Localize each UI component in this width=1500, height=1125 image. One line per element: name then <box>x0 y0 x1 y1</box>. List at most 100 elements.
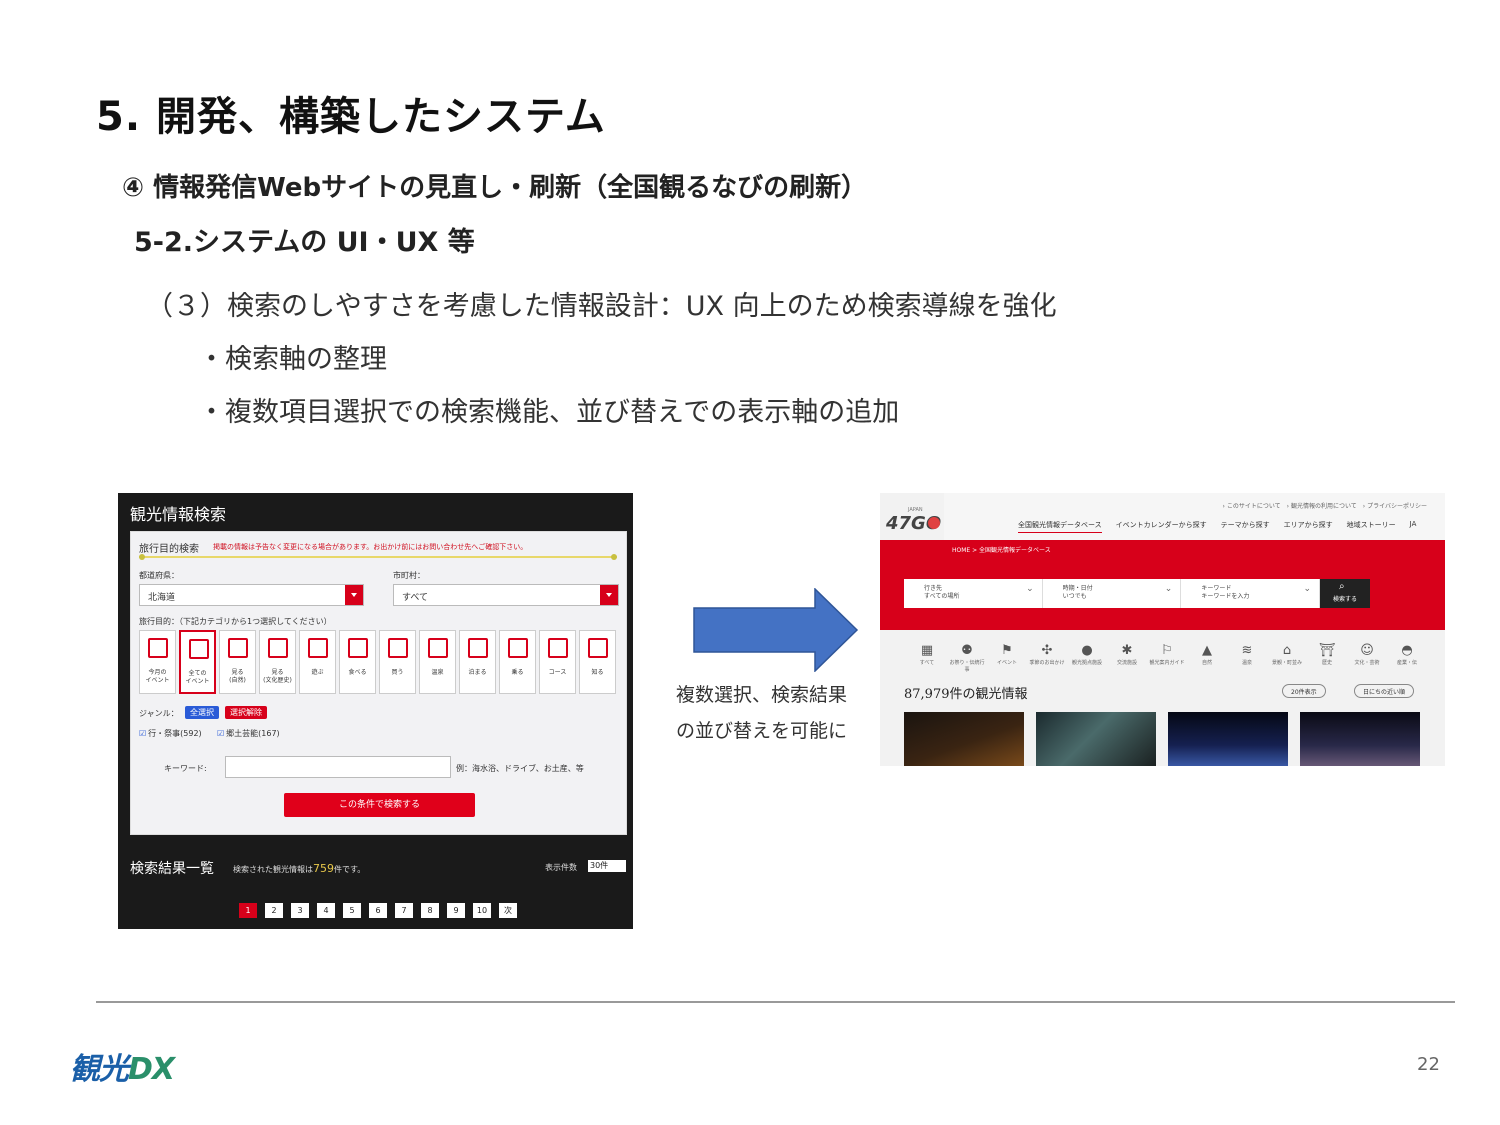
shopping-bag-icon <box>388 638 408 658</box>
arrow-note-line-1: 複数選択、検索結果 <box>676 684 848 706</box>
nav-item-area[interactable]: エリアから探す <box>1284 520 1333 533</box>
nav-item-database[interactable]: 全国観光情報データベース <box>1018 520 1102 533</box>
display-count-label: 表示件数 <box>545 863 577 872</box>
keyword-label: キーワード: <box>164 764 207 773</box>
page-link[interactable]: 8 <box>421 903 439 918</box>
category-label: 温泉 <box>431 669 444 676</box>
category-label: 知る <box>591 669 604 676</box>
city-value: すべて <box>402 593 429 603</box>
page-link[interactable]: 3 <box>291 903 309 918</box>
result-thumbnails <box>904 712 1420 766</box>
category-onsen[interactable]: ≋ 温泉 <box>1228 643 1266 673</box>
page-link[interactable]: 5 <box>343 903 361 918</box>
page-link[interactable]: 10 <box>473 903 491 918</box>
category-tile[interactable]: 見る (文化歴史) <box>259 630 296 694</box>
signpost-icon <box>548 638 568 658</box>
nav-item-story[interactable]: 地域ストーリー <box>1347 520 1396 533</box>
mask-icon: ☺ <box>1360 643 1374 658</box>
category-tile-selected[interactable]: 全ての イベント <box>179 630 216 694</box>
page-link[interactable]: 6 <box>369 903 387 918</box>
site-header: › このサイトについて › 観光情報の利用について › プライバシーポリシー 全… <box>944 493 1445 540</box>
flag-icon: ⚑ <box>1001 643 1013 658</box>
category-event[interactable]: ⚑ イベント <box>988 643 1026 673</box>
page-link[interactable]: 9 <box>447 903 465 918</box>
category-tile[interactable]: 泊まる <box>459 630 496 694</box>
temple-icon <box>268 638 288 658</box>
search-button[interactable]: 検索する <box>1320 579 1371 608</box>
shrine-icon: ⛩ <box>1318 643 1336 658</box>
onsen-icon: ≋ <box>1241 643 1253 658</box>
bowl-icon: ◓ <box>1401 643 1413 658</box>
nav-item-theme[interactable]: テーマから探す <box>1221 520 1270 533</box>
prefecture-label: 都道府県： <box>139 571 179 580</box>
city-select[interactable]: すべて <box>393 584 619 606</box>
top-links[interactable]: › このサイトについて › 観光情報の利用について › プライバシーポリシー <box>1223 501 1427 510</box>
category-tile[interactable]: 食べる <box>339 630 376 694</box>
category-all[interactable]: ▦ すべて <box>908 643 946 673</box>
category-tile[interactable]: 見る (自然) <box>219 630 256 694</box>
category-label: 見る (自然) <box>229 669 246 684</box>
category-seasonal[interactable]: ✣ 季節のお出かけ <box>1028 643 1066 673</box>
nav-item-calendar[interactable]: イベントカレンダーから探す <box>1116 520 1207 533</box>
category-tile[interactable]: 遊ぶ <box>299 630 336 694</box>
notice-text: 掲載の情報は予告なく変更になる場合があります。お出かけ前にはお問い合わせ先へご確… <box>213 543 528 551</box>
category-tile[interactable]: 温泉 <box>419 630 456 694</box>
page-link-current[interactable]: 1 <box>239 903 257 918</box>
category-townscape[interactable]: ⌂ 景観・町並み <box>1268 643 1306 673</box>
category-facility[interactable]: ● 観光拠点施設 <box>1068 643 1106 673</box>
language-switch[interactable]: JA <box>1410 520 1417 533</box>
hot-spring-icon <box>428 638 448 658</box>
category-tile[interactable]: コース <box>539 630 576 694</box>
category-label: コース <box>548 669 567 676</box>
genre-checkbox[interactable]: 行・祭事(592) <box>139 728 202 739</box>
keyword-input[interactable] <box>225 756 451 778</box>
page-link[interactable]: 4 <box>317 903 335 918</box>
thumbnail[interactable] <box>1168 712 1288 766</box>
category-label: 遊ぶ <box>311 669 324 676</box>
page-link[interactable]: 7 <box>395 903 413 918</box>
calendar-icon <box>148 638 168 658</box>
thumbnail[interactable] <box>1300 712 1420 766</box>
deselect-button[interactable]: 選択解除 <box>225 706 267 719</box>
category-culture[interactable]: ☺ 文化・芸術 <box>1348 643 1386 673</box>
category-exchange[interactable]: ✱ 交流施設 <box>1108 643 1146 673</box>
category-festival[interactable]: ⚉ お祭り・伝統行事 <box>948 643 986 673</box>
category-tile[interactable]: 乗る <box>499 630 536 694</box>
category-tile[interactable]: 買う <box>379 630 416 694</box>
info-icon: ● <box>1081 643 1093 658</box>
category-history[interactable]: ⛩ 歴史 <box>1308 643 1346 673</box>
bus-icon <box>508 638 528 658</box>
result-count: 87,979件の観光情報 <box>904 687 1028 702</box>
category-label: 今月の イベント <box>145 669 170 684</box>
breadcrumb[interactable]: HOME > 全国観光情報データベース <box>952 545 1051 554</box>
tree-icon: ▲ <box>1202 643 1212 658</box>
results-title: 検索結果一覧 <box>130 861 214 877</box>
date-field[interactable]: 時期・日付 いつでも <box>1043 579 1182 608</box>
thumbnail[interactable] <box>1036 712 1156 766</box>
point-bullet-2: ・複数項目選択での検索機能、並び替えでの表示軸の追加 <box>198 397 900 428</box>
keyword-field[interactable]: キーワード キーワードを入力 <box>1181 579 1321 608</box>
logo-mark <box>928 517 940 529</box>
category-label: 泊まる <box>468 669 487 676</box>
old-search-screenshot: 観光情報検索 旅行目的検索 掲載の情報は予告なく変更になる場合があります。お出か… <box>118 493 633 929</box>
prefecture-select[interactable]: 北海道 <box>139 584 364 606</box>
category-label: 買う <box>391 669 404 676</box>
page-link[interactable]: 2 <box>265 903 283 918</box>
select-all-button[interactable]: 全選択 <box>185 706 219 719</box>
category-tile[interactable]: 知る <box>579 630 616 694</box>
city-label: 市町村： <box>393 571 425 580</box>
destination-field[interactable]: 行き先 すべての場所 <box>904 579 1043 608</box>
sort-select[interactable]: 日にちの近い順 <box>1354 684 1415 698</box>
category-nature[interactable]: ▲ 自然 <box>1188 643 1226 673</box>
category-industry[interactable]: ◓ 産業・伝 <box>1388 643 1426 673</box>
search-button[interactable]: この条件で検索する <box>284 793 475 817</box>
thumbnail[interactable] <box>904 712 1024 766</box>
slide-subtitle: ④ 情報発信Webサイトの見直し・刷新（全国観るなびの刷新） <box>122 173 868 203</box>
per-page-select[interactable]: 20件表示 <box>1282 684 1326 698</box>
genre-checkbox[interactable]: 郷土芸能(167) <box>217 728 280 739</box>
display-count-select[interactable]: 30件 <box>588 860 626 872</box>
next-page-link[interactable]: 次 <box>499 903 517 918</box>
people-icon: ⚉ <box>961 643 973 658</box>
category-tile[interactable]: 今月の イベント <box>139 630 176 694</box>
category-guide[interactable]: ⚐ 観光案内ガイド <box>1148 643 1186 673</box>
